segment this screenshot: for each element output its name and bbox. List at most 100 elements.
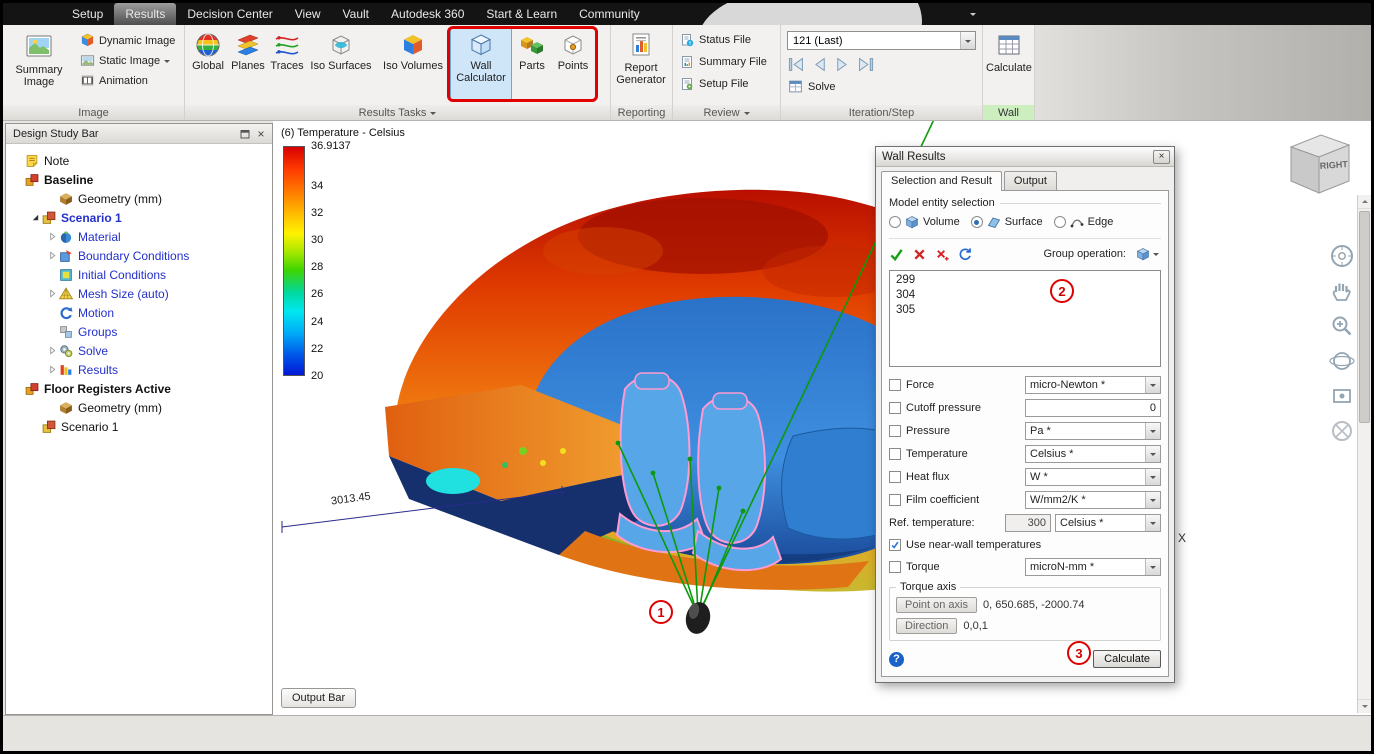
expander-icon[interactable] [46, 346, 59, 355]
global-button[interactable]: Global [188, 27, 228, 101]
scroll-down-icon[interactable] [1358, 699, 1371, 713]
menu-vault[interactable]: Vault [332, 3, 380, 25]
iteration-select[interactable]: 121 (Last) [787, 31, 976, 50]
expander-icon[interactable] [46, 365, 59, 374]
dropdown-arrow-icon[interactable] [1145, 558, 1160, 575]
cutoff-pressure-input[interactable]: 0 [1025, 398, 1161, 417]
force-unit-select[interactable]: micro-Newton * [1025, 375, 1161, 394]
close-panel-icon[interactable]: × [253, 127, 269, 141]
summary-file-button[interactable]: Summary File [673, 51, 780, 73]
close-icon[interactable]: × [1153, 149, 1170, 164]
tree-item-groups[interactable]: Groups [6, 322, 272, 341]
online-services-menu[interactable] [667, 3, 976, 95]
scroll-up-icon[interactable] [1358, 195, 1371, 209]
dropdown-arrow-icon[interactable] [1145, 514, 1160, 531]
viewport-3d[interactable]: (6) Temperature - Celsius 36.9137 34 32 30 2… [273, 121, 1371, 715]
refresh-selection-icon[interactable] [958, 247, 973, 262]
torque-unit-select[interactable]: microN-mm * [1025, 557, 1161, 576]
force-checkbox[interactable] [889, 378, 901, 391]
dropdown-arrow-icon[interactable] [1145, 422, 1160, 439]
temperature-checkbox[interactable] [889, 447, 901, 460]
menu-decision-center[interactable]: Decision Center [176, 3, 283, 25]
film-coefficient-checkbox[interactable] [889, 493, 901, 506]
solve-button[interactable]: Solve [781, 73, 982, 94]
tree-item-baseline[interactable]: Baseline [6, 170, 272, 189]
group-label-results-tasks[interactable]: Results Tasks [185, 105, 610, 120]
cutoff-pressure-checkbox[interactable] [889, 401, 901, 414]
film-coefficient-unit-select[interactable]: W/mm2/K * [1025, 490, 1161, 509]
float-panel-icon[interactable] [237, 129, 253, 139]
volume-radio[interactable] [889, 216, 901, 228]
heat-flux-checkbox[interactable] [889, 470, 901, 483]
selection-id[interactable]: 305 [896, 303, 1154, 318]
iso-surfaces-button[interactable]: Iso Surfaces [306, 27, 376, 101]
selection-list[interactable]: 299 304 305 2 [889, 270, 1161, 367]
tree-item-scenario-1[interactable]: Scenario 1 [6, 208, 272, 227]
menu-community[interactable]: Community [568, 3, 651, 25]
setup-file-button[interactable]: Setup File [673, 73, 780, 95]
selection-id[interactable]: 299 [896, 273, 1154, 288]
points-button[interactable]: Points [552, 27, 594, 101]
selection-id[interactable]: 304 [896, 288, 1154, 303]
wall-calculator-button[interactable]: Wall Calculator [450, 27, 512, 101]
ref-temperature-unit-select[interactable]: Celsius * [1055, 513, 1161, 532]
menu-start-learn[interactable]: Start & Learn [475, 3, 568, 25]
tree-item-material[interactable]: Material [6, 227, 272, 246]
edge-radio[interactable] [1053, 216, 1066, 228]
play-forward-button[interactable] [833, 56, 852, 73]
expander-icon[interactable] [46, 232, 59, 241]
traces-button[interactable]: Traces [268, 27, 306, 101]
summary-image-button[interactable]: Summary Image [6, 27, 72, 88]
pressure-checkbox[interactable] [889, 424, 901, 437]
tree-item-solve[interactable]: Solve [6, 341, 272, 360]
tree-item-scenario-1[interactable]: Scenario 1 [6, 417, 272, 436]
dropdown-arrow-icon[interactable] [960, 32, 975, 49]
tree-item-geometry-mm[interactable]: Geometry (mm) [6, 398, 272, 417]
menu-view[interactable]: View [284, 3, 332, 25]
dropdown-arrow-icon[interactable] [1145, 468, 1160, 485]
heat-flux-unit-select[interactable]: W * [1025, 467, 1161, 486]
group-operation-select[interactable] [1134, 246, 1161, 262]
entity-option-surface[interactable]: Surface [970, 215, 1043, 229]
remove-all-selection-icon[interactable] [935, 247, 950, 262]
viewcube[interactable]: RIGHT [1275, 125, 1359, 205]
wall-calculate-button[interactable]: Calculate [986, 27, 1032, 74]
remove-selection-icon[interactable] [912, 247, 927, 262]
torque-checkbox[interactable] [889, 560, 901, 573]
tree-item-initial-conditions[interactable]: Initial Conditions [6, 265, 272, 284]
direction-button[interactable]: Direction [896, 617, 958, 634]
dropdown-arrow-icon[interactable] [1145, 445, 1160, 462]
point-on-axis-button[interactable]: Point on axis [896, 596, 977, 613]
entity-option-edge[interactable]: Edge [1053, 215, 1113, 229]
menu-setup[interactable]: Setup [61, 3, 114, 25]
animation-button[interactable]: Animation [76, 72, 179, 89]
vertical-scrollbar[interactable] [1357, 195, 1371, 713]
planes-button[interactable]: Planes [228, 27, 268, 101]
iso-volumes-button[interactable]: Iso Volumes [376, 27, 450, 101]
surface-radio[interactable] [970, 216, 983, 228]
orbit-icon[interactable] [1329, 348, 1355, 374]
menu-results[interactable]: Results [114, 3, 177, 25]
tree-item-boundary-conditions[interactable]: Boundary Conditions [6, 246, 272, 265]
tree-item-motion[interactable]: Motion [6, 303, 272, 322]
apply-selection-icon[interactable] [889, 247, 904, 262]
step-back-button[interactable] [787, 56, 806, 73]
parts-button[interactable]: Parts [512, 27, 552, 101]
dynamic-image-button[interactable]: Dynamic Image [76, 32, 179, 49]
expander-icon[interactable] [46, 251, 59, 260]
dialog-titlebar[interactable]: Wall Results × [876, 147, 1174, 167]
full-navigation-wheel-icon[interactable] [1329, 243, 1355, 269]
look-at-icon[interactable] [1329, 383, 1355, 409]
navigation-wheel-disabled-icon[interactable] [1329, 418, 1355, 444]
group-label-review[interactable]: Review [673, 105, 780, 120]
tree-item-results[interactable]: Results [6, 360, 272, 379]
tree-item-note[interactable]: Note [6, 151, 272, 170]
tab-output[interactable]: Output [1003, 171, 1057, 190]
static-image-button[interactable]: Static Image [76, 52, 179, 69]
scrollbar-thumb[interactable] [1359, 211, 1370, 423]
dropdown-arrow-icon[interactable] [1145, 491, 1160, 508]
tree-item-mesh-size-auto[interactable]: Mesh Size (auto) [6, 284, 272, 303]
pressure-unit-select[interactable]: Pa * [1025, 421, 1161, 440]
calculate-button[interactable]: Calculate [1093, 650, 1161, 668]
use-near-wall-checkbox[interactable] [889, 538, 901, 551]
